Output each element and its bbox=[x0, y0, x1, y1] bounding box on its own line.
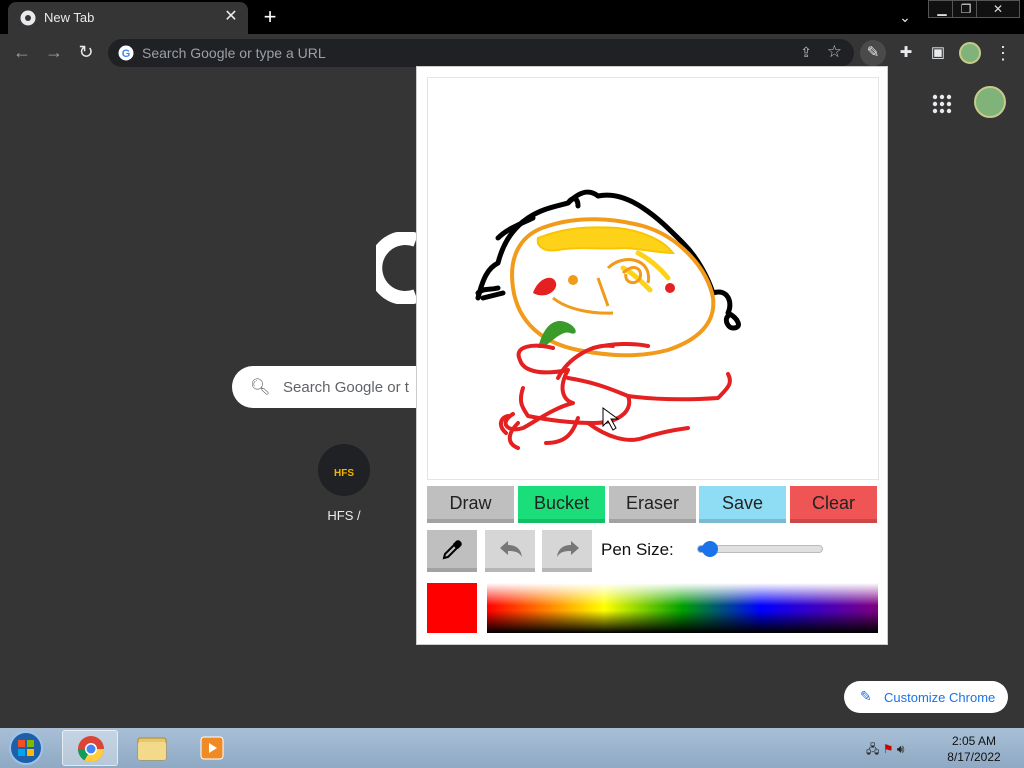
clear-button[interactable]: Clear bbox=[790, 486, 877, 523]
search-icon: 🔍︎ bbox=[250, 379, 271, 396]
network-icon[interactable]: 🖧︎ bbox=[866, 742, 879, 756]
color-spectrum-picker[interactable] bbox=[487, 583, 878, 633]
account-avatar[interactable] bbox=[974, 86, 1006, 118]
taskbar-media-player[interactable] bbox=[184, 730, 240, 766]
drawing-canvas[interactable] bbox=[427, 77, 879, 480]
hfs-icon: HFS bbox=[334, 468, 354, 479]
eraser-button[interactable]: Eraser bbox=[609, 486, 696, 523]
shortcut-hfs[interactable]: HFS bbox=[318, 444, 370, 496]
redo-icon bbox=[557, 541, 579, 557]
apps-grid-icon[interactable] bbox=[930, 92, 954, 116]
taskbar-chrome[interactable] bbox=[62, 730, 118, 766]
save-button[interactable]: Save bbox=[699, 486, 786, 523]
volume-icon[interactable]: 🔊︎ bbox=[897, 742, 905, 756]
forward-arrow-icon[interactable]: → bbox=[42, 40, 66, 64]
customize-chrome-button[interactable]: ✎ Customize Chrome bbox=[844, 681, 1008, 713]
clock-date: 8/17/2022 bbox=[947, 750, 1001, 764]
windows-taskbar: 🖧︎ ⚑︎ 🔊︎ 2:05 AM 8/17/2022 bbox=[0, 728, 1024, 768]
ntp-search-placeholder: Search Google or t bbox=[283, 379, 409, 396]
tab-title: New Tab bbox=[44, 10, 95, 25]
media-player-icon bbox=[200, 736, 224, 760]
pencil-icon[interactable]: ✎ bbox=[860, 40, 886, 66]
share-icon[interactable]: ⇪ bbox=[800, 44, 812, 61]
eyedropper-icon bbox=[442, 540, 462, 560]
pen-size-label: Pen Size: bbox=[601, 540, 674, 559]
omnibox[interactable]: G Search Google or type a URL ⇪ ☆ bbox=[108, 39, 854, 67]
pen-size-slider[interactable] bbox=[697, 541, 823, 557]
clock-time: 2:05 AM bbox=[951, 734, 997, 748]
undo-button[interactable] bbox=[485, 530, 535, 572]
profile-avatar[interactable] bbox=[957, 40, 983, 66]
avatar bbox=[959, 42, 981, 64]
undo-icon bbox=[500, 541, 522, 557]
paint-extension-popup: Draw Bucket Eraser Save Clear Pen Size: bbox=[416, 66, 888, 645]
back-arrow-icon[interactable]: ← bbox=[10, 40, 34, 64]
title-bar: New Tab ✕ + ⌄ ▁ ❐ ✕ bbox=[0, 0, 1024, 34]
google-icon: G bbox=[118, 45, 134, 61]
omnibox-placeholder: Search Google or type a URL bbox=[142, 45, 326, 61]
svg-text:G: G bbox=[122, 48, 131, 60]
secondary-tools-row: Pen Size: bbox=[427, 530, 879, 572]
chrome-icon bbox=[20, 10, 36, 26]
kebab-menu-icon[interactable]: ⋮ bbox=[990, 40, 1016, 66]
current-color-swatch bbox=[427, 583, 477, 633]
folder-icon bbox=[137, 737, 167, 761]
reload-icon[interactable]: ↻ bbox=[74, 40, 98, 64]
system-tray[interactable]: 🖧︎ ⚑︎ 🔊︎ bbox=[866, 740, 904, 761]
shortcut-label: HFS / bbox=[327, 508, 361, 523]
taskbar-explorer[interactable] bbox=[124, 730, 180, 766]
draw-button[interactable]: Draw bbox=[427, 486, 514, 523]
plus-icon[interactable]: + bbox=[258, 5, 282, 29]
drawing bbox=[475, 189, 741, 450]
bucket-button[interactable]: Bucket bbox=[518, 486, 605, 523]
chevron-down-icon[interactable]: ⌄ bbox=[893, 6, 917, 30]
clock[interactable]: 2:05 AM 8/17/2022 bbox=[944, 733, 1004, 765]
action-center-icon[interactable]: ⚑︎ bbox=[883, 742, 894, 756]
tab-new-tab[interactable]: New Tab ✕ bbox=[8, 2, 248, 34]
window-close-button[interactable]: ✕ bbox=[976, 0, 1020, 18]
tool-buttons-row: Draw Bucket Eraser Save Clear bbox=[427, 486, 879, 523]
start-button[interactable] bbox=[6, 730, 46, 766]
star-icon[interactable]: ☆ bbox=[827, 42, 842, 62]
side-panel-icon[interactable]: ▣ bbox=[925, 40, 951, 66]
customize-label: Customize Chrome bbox=[884, 690, 996, 705]
chrome-icon bbox=[77, 736, 105, 763]
puzzle-icon[interactable]: ✚ bbox=[893, 40, 919, 66]
redo-button[interactable] bbox=[542, 530, 592, 572]
close-icon[interactable]: ✕ bbox=[222, 8, 240, 26]
pencil-icon: ✎ bbox=[860, 688, 872, 704]
eyedropper-button[interactable] bbox=[427, 530, 477, 572]
pen-size-thumb[interactable] bbox=[702, 541, 719, 557]
